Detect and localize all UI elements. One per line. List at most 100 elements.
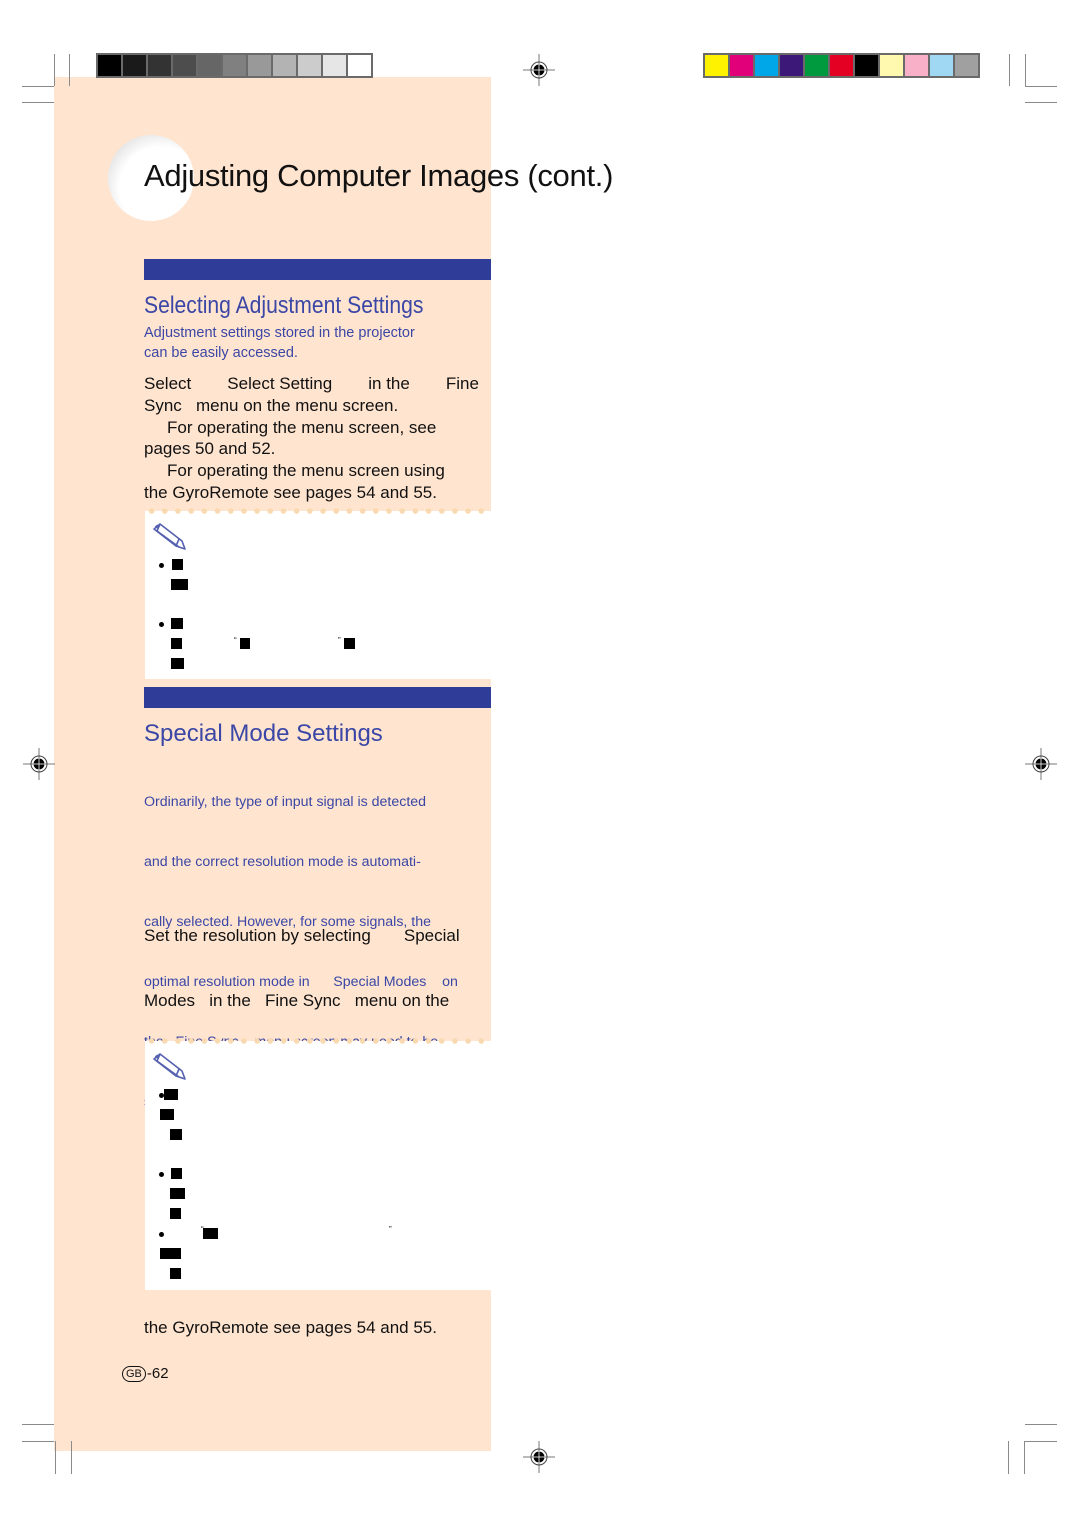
instruction-word: Select [144, 374, 192, 393]
color-swatch [780, 55, 803, 76]
redacted-text [203, 1228, 218, 1239]
color-swatch [323, 55, 346, 76]
instruction-word: in the [368, 374, 410, 393]
instruction-line: Select Select Setting in the Fine [144, 373, 479, 395]
redacted-text [164, 1089, 178, 1100]
close-quote: ” [338, 636, 341, 645]
intro-line: can be easily accessed. [144, 345, 298, 361]
crop-mark [1025, 1424, 1057, 1425]
redacted-text [170, 1208, 181, 1219]
reference-line: the GyroRemote see pages 54 and 55. [144, 482, 437, 502]
instruction-line: Sync menu on the menu screen. [144, 395, 399, 415]
instruction-line: Set the resolution by selecting Special [144, 925, 460, 945]
note-box-perforation [145, 1038, 491, 1044]
reference-line: For operating the menu screen, see [167, 417, 437, 437]
color-swatch [198, 55, 221, 76]
color-swatch [223, 55, 246, 76]
color-swatch [123, 55, 146, 76]
note-box: “ ” [145, 1038, 491, 1290]
intro-line: Ordinarily, the type of input signal is … [144, 794, 427, 810]
bullet [159, 622, 164, 627]
color-swatch [298, 55, 321, 76]
color-swatch [905, 55, 928, 76]
section-header-bar [144, 687, 491, 708]
intro-line: Adjustment settings stored in the projec… [144, 325, 415, 341]
color-swatch [805, 55, 828, 76]
redacted-text [171, 638, 182, 649]
section-heading-selecting-adjustment-settings: Selecting Adjustment Settings [144, 292, 424, 319]
crop-mark [54, 54, 55, 86]
color-swatch [830, 55, 853, 76]
instruction-line: Modes in the Fine Sync menu on the [144, 990, 450, 1010]
process-color-bar [703, 53, 980, 78]
color-swatch [855, 55, 878, 76]
color-swatch [755, 55, 778, 76]
color-swatch [173, 55, 196, 76]
crop-mark [1025, 54, 1026, 86]
registration-mark-icon [523, 1441, 555, 1473]
crop-mark [1024, 1441, 1025, 1474]
bullet [159, 563, 164, 568]
redacted-text [160, 1109, 174, 1120]
redacted-text [170, 1188, 185, 1199]
grayscale-color-bar [96, 53, 373, 78]
crop-mark [22, 86, 54, 87]
crop-mark [1025, 86, 1057, 87]
page-title: Adjusting Computer Images (cont.) [144, 158, 614, 193]
crop-mark [1025, 1441, 1057, 1442]
note-box-perforation [145, 508, 491, 514]
pencil-icon [153, 1053, 186, 1080]
reference-line: For operating the menu screen using [167, 461, 445, 481]
crop-mark [22, 102, 54, 103]
section-instructions: Select Select Setting in the Fine Sync m… [144, 373, 479, 504]
redacted-text [160, 1248, 181, 1259]
redacted-text [170, 1129, 182, 1140]
crop-mark [22, 1441, 54, 1442]
registration-mark-icon [523, 54, 555, 86]
bullet [159, 1172, 164, 1177]
pencil-icon [153, 523, 186, 550]
registration-mark-icon [1025, 748, 1057, 780]
close-quote: ” [389, 1225, 392, 1234]
redacted-text [171, 618, 183, 629]
crop-mark [69, 54, 70, 86]
redacted-text [170, 1268, 181, 1279]
redacted-text [171, 579, 188, 590]
color-swatch [148, 55, 171, 76]
color-swatch [248, 55, 271, 76]
crop-mark [71, 1441, 72, 1474]
crop-mark [1025, 102, 1057, 103]
color-swatch [348, 55, 371, 76]
color-swatch [955, 55, 978, 76]
intro-line: and the correct resolution mode is autom… [144, 854, 421, 870]
page-number-value: -62 [146, 1365, 169, 1382]
open-quote: “ [234, 636, 237, 645]
color-swatch [880, 55, 903, 76]
bullet [159, 1232, 164, 1237]
redacted-text [171, 658, 184, 669]
section-header-bar [144, 259, 491, 280]
section-intro: Adjustment settings stored in the projec… [144, 323, 484, 363]
crop-mark [1009, 54, 1010, 86]
crop-mark [22, 1424, 54, 1425]
note-box: “ ” [145, 508, 491, 679]
region-badge: GB [122, 1365, 146, 1382]
redacted-text [171, 1168, 182, 1179]
reference-line: the GyroRemote see pages 54 and 55. [144, 1317, 437, 1337]
section-heading-special-mode-settings: Special Mode Settings [144, 720, 383, 747]
page-number: GB -62 [122, 1365, 169, 1382]
menu-reference: Fine [445, 374, 479, 393]
redacted-text [240, 638, 250, 649]
crop-mark [1008, 1441, 1009, 1474]
redacted-text [172, 559, 183, 570]
color-swatch [730, 55, 753, 76]
color-swatch [98, 55, 121, 76]
reference-line: pages 50 and 52. [144, 439, 276, 459]
color-swatch [705, 55, 728, 76]
color-swatch [273, 55, 296, 76]
registration-mark-icon [23, 748, 55, 780]
redacted-text [344, 638, 355, 649]
color-swatch [930, 55, 953, 76]
crop-mark [55, 1441, 56, 1474]
menu-item-reference: Select Setting [227, 374, 333, 393]
